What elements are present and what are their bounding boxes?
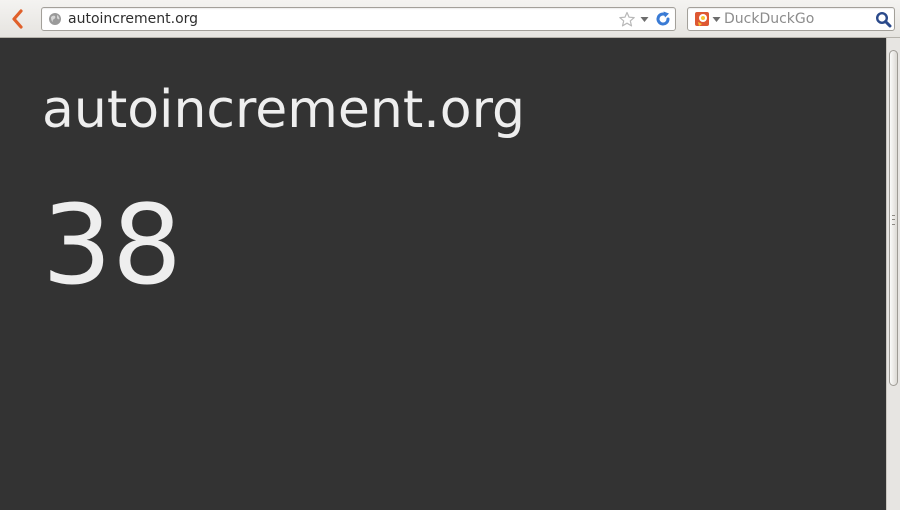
chevron-down-icon[interactable] [712, 16, 721, 23]
magnifier-icon[interactable] [875, 11, 892, 28]
vertical-scrollbar[interactable] [886, 38, 900, 510]
scrollbar-thumb[interactable] [889, 50, 898, 386]
page-title: autoincrement.org [42, 80, 526, 140]
chevron-down-icon[interactable] [640, 16, 649, 23]
duckduckgo-icon[interactable] [694, 11, 710, 27]
globe-icon [49, 13, 61, 25]
reload-icon[interactable] [654, 10, 672, 28]
back-button[interactable] [6, 7, 28, 31]
counter-value: 38 [42, 181, 182, 309]
back-arrow-icon [12, 9, 23, 29]
page-content: autoincrement.org 38 [0, 38, 886, 510]
url-text[interactable]: autoincrement.org [68, 11, 198, 28]
star-icon[interactable] [618, 11, 636, 28]
grip-icon [892, 215, 895, 225]
browser-toolbar: autoincrement.org [0, 0, 900, 38]
search-bar[interactable] [687, 7, 895, 31]
search-input[interactable] [724, 9, 870, 29]
url-bar[interactable]: autoincrement.org [41, 7, 676, 31]
